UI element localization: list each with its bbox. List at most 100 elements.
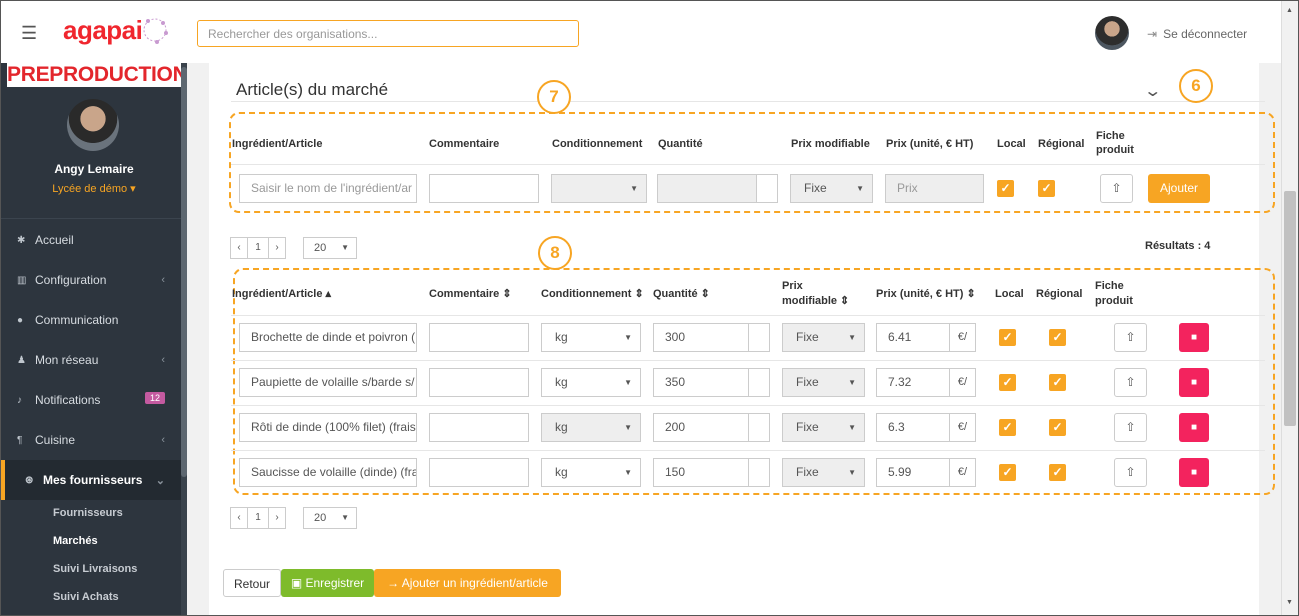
sidebar-item-label: Configuration — [35, 273, 107, 287]
sidebar-item-configuration[interactable]: ▥ Configuration ‹ — [1, 260, 181, 300]
row-delete-button[interactable]: ■ — [1179, 413, 1209, 442]
sidebar-subitem-fournisseurs[interactable]: Fournisseurs — [53, 507, 123, 519]
col-comment[interactable]: Commentaire ⇕ — [429, 287, 512, 301]
row-comment-input[interactable] — [429, 368, 529, 397]
row-quantity-input[interactable]: 200 — [653, 413, 749, 442]
row-comment-input[interactable] — [429, 413, 529, 442]
row-price-input[interactable]: 7.32 — [876, 368, 950, 397]
row-regional-checkbox[interactable]: ✓ — [1049, 419, 1066, 436]
add-ingredient-button[interactable]: → Ajouter un ingrédient/article — [374, 569, 561, 597]
back-button[interactable]: Retour — [223, 569, 281, 597]
row-regional-checkbox[interactable]: ✓ — [1049, 374, 1066, 391]
row-quantity-input[interactable]: 300 — [653, 323, 749, 352]
organisation-search-input[interactable] — [197, 20, 579, 47]
row-delete-button[interactable]: ■ — [1179, 323, 1209, 352]
page-scrollbar[interactable]: ▲ ▼ — [1281, 1, 1298, 615]
col-quantity[interactable]: Quantité ⇕ — [653, 287, 710, 301]
row-packaging-select[interactable]: kg ▼ — [541, 323, 641, 352]
row-local-checkbox[interactable]: ✓ — [999, 329, 1016, 346]
page-scrollbar-thumb[interactable] — [1284, 191, 1296, 426]
ingredient-input[interactable]: Saisir le nom de l'ingrédient/ar — [239, 174, 417, 203]
row-comment-input[interactable] — [429, 323, 529, 352]
row-packaging-select[interactable]: kg ▼ — [541, 368, 641, 397]
col-packaging[interactable]: Conditionnement ⇕ — [541, 287, 644, 301]
row-price-input[interactable]: 6.41 — [876, 323, 950, 352]
col-price[interactable]: Prix (unité, € HT) ⇕ — [876, 287, 976, 301]
scroll-up-icon[interactable]: ▲ — [1286, 7, 1293, 14]
row-packaging-select[interactable]: kg ▼ — [541, 458, 641, 487]
quantity-unit-addon — [748, 413, 770, 442]
row-price-mode-select[interactable]: Fixe ▼ — [782, 323, 865, 352]
row-regional-checkbox[interactable]: ✓ — [1049, 329, 1066, 346]
row-price-mode-select[interactable]: Fixe ▼ — [782, 458, 865, 487]
prev-page-button[interactable]: ‹ — [230, 237, 248, 259]
sidebar-divider — [1, 218, 187, 219]
row-packaging-select[interactable]: kg ▼ — [541, 413, 641, 442]
sidebar: PREPRODUCTION Angy Lemaire Lycée de démo… — [1, 63, 188, 615]
sidebar-item-mes-fournisseurs[interactable]: ⊛ Mes fournisseurs ⌄ — [1, 460, 181, 500]
row-ingredient-input[interactable]: Saucisse de volaille (dinde) (fra — [239, 458, 417, 487]
sidebar-item-notifications[interactable]: ♪ Notifications 12 — [1, 380, 181, 420]
col-price-modifiable[interactable]: modifiable ⇕ — [782, 294, 849, 308]
page-size-select[interactable]: 20 ▼ — [303, 507, 357, 529]
prev-page-button[interactable]: ‹ — [230, 507, 248, 529]
select-caret-icon: ▼ — [624, 333, 632, 342]
packaging-select[interactable]: ▼ — [551, 174, 647, 203]
sidebar-item-communication[interactable]: ● Communication — [1, 300, 181, 340]
row-price-input[interactable]: 5.99 — [876, 458, 950, 487]
row-price-mode-select[interactable]: Fixe ▼ — [782, 413, 865, 442]
row-local-checkbox[interactable]: ✓ — [999, 374, 1016, 391]
bank-icon: ▥ — [17, 274, 27, 286]
regional-checkbox[interactable]: ✓ — [1038, 180, 1055, 197]
sidebar-subitem-suivi-livraisons[interactable]: Suivi Livraisons — [53, 563, 137, 575]
sidebar-subitem-marches[interactable]: Marchés — [53, 535, 98, 547]
page-size-value: 20 — [314, 512, 327, 524]
logout-link[interactable]: ⇥ Se déconnecter — [1147, 27, 1247, 41]
local-checkbox[interactable]: ✓ — [997, 180, 1014, 197]
comment-input[interactable] — [429, 174, 539, 203]
sidebar-item-mon-reseau[interactable]: ♟ Mon réseau ‹ — [1, 340, 181, 380]
row-ingredient-input[interactable]: Rôti de dinde (100% filet) (frais) — [239, 413, 417, 442]
row-delete-button[interactable]: ■ — [1179, 368, 1209, 397]
row-regional-checkbox[interactable]: ✓ — [1049, 464, 1066, 481]
row-quantity-input[interactable]: 350 — [653, 368, 749, 397]
header-product-sheet: Fiche produit — [1096, 130, 1134, 156]
row-price-input[interactable]: 6.3 — [876, 413, 950, 442]
sidebar-item-label: Mon réseau — [35, 353, 99, 367]
price-input[interactable]: Prix — [885, 174, 984, 203]
sidebar-item-cuisine[interactable]: ¶ Cuisine ‹ — [1, 420, 181, 460]
next-page-button[interactable]: › — [268, 237, 286, 259]
row-delete-button[interactable]: ■ — [1179, 458, 1209, 487]
row-ingredient-input[interactable]: Paupiette de volaille s/barde s/ — [239, 368, 417, 397]
row-upload-button[interactable]: ⇧ — [1114, 458, 1147, 487]
upload-sheet-button[interactable]: ⇧ — [1100, 174, 1133, 203]
next-page-button[interactable]: › — [268, 507, 286, 529]
collapse-chevron-icon[interactable]: ⌄ — [1143, 81, 1162, 101]
price-mode-select[interactable]: Fixe ▼ — [790, 174, 873, 203]
school-selector[interactable]: Lycée de démo ▾ — [1, 182, 187, 195]
app-logo[interactable]: agapai — [63, 15, 173, 55]
row-upload-button[interactable]: ⇧ — [1114, 323, 1147, 352]
row-local-checkbox[interactable]: ✓ — [999, 464, 1016, 481]
row-upload-button[interactable]: ⇧ — [1114, 413, 1147, 442]
row-local-checkbox[interactable]: ✓ — [999, 419, 1016, 436]
user-avatar[interactable] — [1095, 16, 1129, 50]
menu-toggle-icon[interactable]: ☰ — [21, 23, 37, 44]
sidebar-item-accueil[interactable]: ✱ Accueil — [1, 220, 181, 260]
page-1-button[interactable]: 1 — [247, 237, 269, 259]
quantity-input[interactable] — [657, 174, 757, 203]
save-button[interactable]: ▣ Enregistrer — [281, 569, 374, 597]
page-1-button[interactable]: 1 — [247, 507, 269, 529]
row-upload-button[interactable]: ⇧ — [1114, 368, 1147, 397]
upload-icon: ⇧ — [1125, 330, 1136, 344]
col-ingredient[interactable]: Ingrédient/Article ▴ — [232, 287, 331, 301]
scroll-down-icon[interactable]: ▼ — [1286, 599, 1293, 606]
add-button[interactable]: Ajouter — [1148, 174, 1210, 203]
sidebar-subitem-suivi-achats[interactable]: Suivi Achats — [53, 591, 119, 603]
row-price-mode-select[interactable]: Fixe ▼ — [782, 368, 865, 397]
header-quantity: Quantité — [658, 138, 703, 150]
page-size-select[interactable]: 20 ▼ — [303, 237, 357, 259]
row-comment-input[interactable] — [429, 458, 529, 487]
row-quantity-input[interactable]: 150 — [653, 458, 749, 487]
row-ingredient-input[interactable]: Brochette de dinde et poivron ( — [239, 323, 417, 352]
